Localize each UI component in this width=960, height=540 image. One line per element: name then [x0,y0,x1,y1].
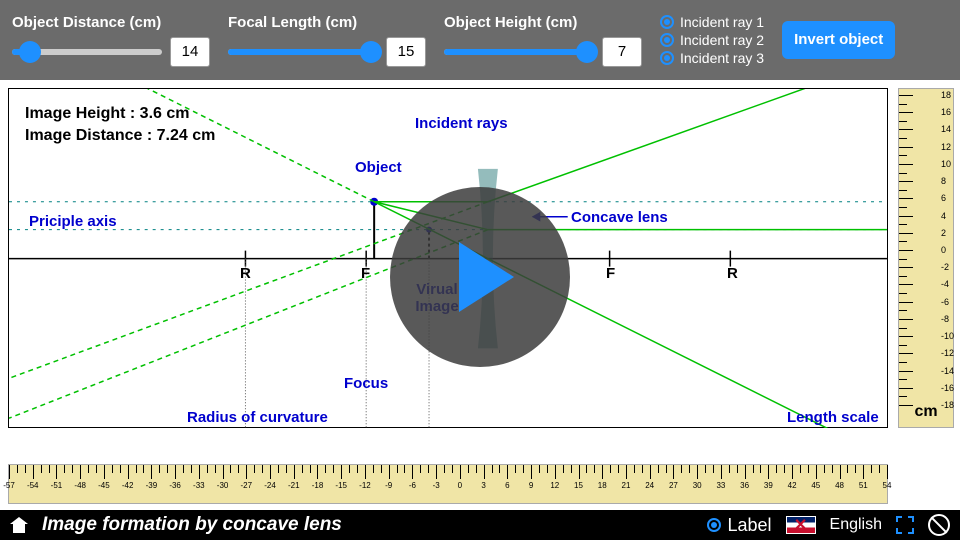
page-title: Image formation by concave lens [42,514,342,536]
play-button[interactable] [390,187,570,367]
radio-icon [660,15,674,29]
object-distance-slider[interactable] [12,49,162,55]
focal-length-slider[interactable] [228,49,378,55]
radius-of-curvature-label: Radius of curvature [187,409,328,426]
incident-ray-2-toggle[interactable]: Incident ray 2 [660,32,764,48]
horizontal-ruler[interactable]: -57-54-51-48-45-42-39-36-33-30-27-24-21-… [8,464,888,504]
object-distance-label: Object Distance (cm) [12,14,210,31]
label-toggle[interactable]: Label [707,515,771,536]
incident-ray-3-toggle[interactable]: Incident ray 3 [660,50,764,66]
axis-R-left: R [240,265,251,282]
principal-axis-label: Priciple axis [29,213,117,230]
axis-F-right: F [606,265,615,282]
radio-icon [660,51,674,65]
incident-rays-label: Incident rays [415,115,508,132]
radio-icon [707,518,721,532]
focal-length-value[interactable]: 15 [386,37,426,67]
vertical-ruler[interactable]: cm 181614121086420-2-4-6-8-10-12-14-16-1… [898,88,954,428]
language-selector[interactable]: English [830,516,882,534]
image-info-readout: Image Height : 3.6 cm Image Distance : 7… [25,103,215,148]
home-icon[interactable] [10,517,28,533]
focus-label: Focus [344,375,388,392]
axis-R-right: R [727,265,738,282]
object-height-value[interactable]: 7 [602,37,642,67]
invert-object-button[interactable]: Invert object [782,21,895,59]
incident-ray-1-toggle[interactable]: Incident ray 1 [660,14,764,30]
length-scale-label: Length scale [787,409,879,426]
fullscreen-icon[interactable] [896,516,914,534]
axis-F-left: F [361,265,370,282]
object-label: Object [355,159,402,176]
object-height-slider[interactable] [444,49,594,55]
concave-lens-label: Concave lens [571,209,668,226]
disable-icon[interactable] [928,514,950,536]
focal-length-label: Focal Length (cm) [228,14,426,31]
flag-icon [786,516,816,534]
play-icon [459,242,514,312]
radio-icon [660,33,674,47]
object-distance-value[interactable]: 14 [170,37,210,67]
object-height-label: Object Height (cm) [444,14,642,31]
